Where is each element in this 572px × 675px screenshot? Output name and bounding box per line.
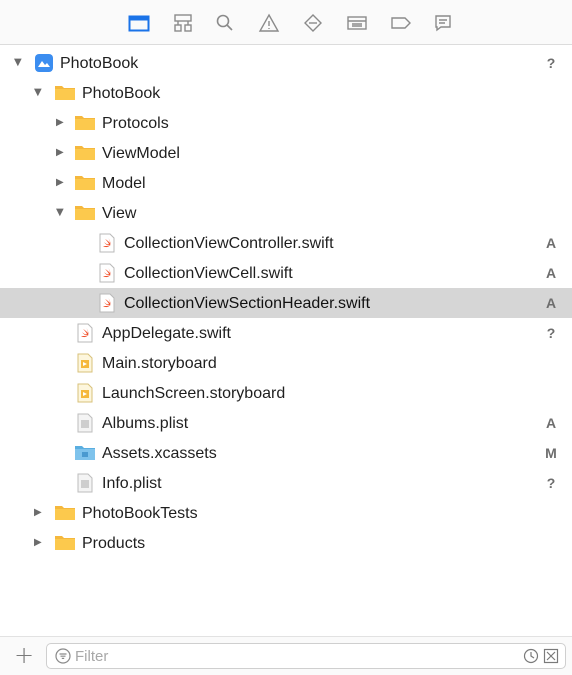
tree-row-file[interactable]: AppDelegate.swift ? bbox=[0, 318, 572, 348]
navigator-tab-bar bbox=[0, 0, 572, 45]
tree-row-label: Assets.xcassets bbox=[102, 445, 217, 462]
tree-row-label: Info.plist bbox=[102, 475, 162, 492]
project-icon bbox=[34, 53, 54, 73]
source-control-status: ? bbox=[546, 55, 556, 71]
find-navigator-search-icon[interactable] bbox=[214, 12, 236, 34]
tree-row-label: PhotoBook bbox=[60, 55, 139, 72]
tree-row-label: CollectionViewCell.swift bbox=[124, 265, 293, 282]
disclosure-closed-icon[interactable]: ▶ bbox=[56, 118, 66, 128]
tree-row-file[interactable]: Main.storyboard bbox=[0, 348, 572, 378]
tree-row-file[interactable]: Albums.plist A bbox=[0, 408, 572, 438]
tree-row-group[interactable]: ▶ Model bbox=[0, 168, 572, 198]
source-control-status: ? bbox=[546, 325, 556, 341]
tree-row-file[interactable]: Assets.xcassets M bbox=[0, 438, 572, 468]
tree-row-label: LaunchScreen.storyboard bbox=[102, 385, 286, 402]
assets-folder-icon bbox=[74, 443, 95, 463]
tree-row-file[interactable]: LaunchScreen.storyboard bbox=[0, 378, 572, 408]
source-control-filter-icon[interactable] bbox=[543, 648, 559, 664]
folder-icon bbox=[74, 173, 95, 193]
disclosure-open-icon[interactable]: ▼ bbox=[56, 208, 66, 218]
swift-file-icon bbox=[98, 233, 118, 253]
tree-row-label: AppDelegate.swift bbox=[102, 325, 231, 342]
tree-row-file[interactable]: CollectionViewCell.swift A bbox=[0, 258, 572, 288]
filter-icon bbox=[55, 648, 71, 664]
add-file-button[interactable]: + bbox=[14, 643, 34, 667]
tree-row-label: Products bbox=[82, 535, 146, 552]
folder-icon bbox=[54, 503, 75, 523]
source-control-status: M bbox=[545, 445, 557, 461]
swift-file-icon bbox=[98, 263, 118, 283]
filter-field[interactable] bbox=[46, 643, 566, 669]
folder-icon bbox=[54, 83, 75, 103]
tree-row-group[interactable]: ▶ Protocols bbox=[0, 108, 572, 138]
debug-navigator-icon[interactable] bbox=[346, 12, 368, 34]
folder-icon bbox=[74, 203, 95, 223]
tree-row-file[interactable]: Info.plist ? bbox=[0, 468, 572, 498]
source-control-status: A bbox=[545, 235, 557, 251]
tree-row-label: Model bbox=[102, 175, 146, 192]
plist-icon bbox=[76, 473, 96, 493]
disclosure-closed-icon[interactable]: ▶ bbox=[34, 508, 44, 518]
tree-row-group[interactable]: ▶ ViewModel bbox=[0, 138, 572, 168]
disclosure-closed-icon[interactable]: ▶ bbox=[34, 538, 44, 548]
tree-row-group[interactable]: ▶ Products bbox=[0, 528, 572, 558]
breakpoint-navigator-icon[interactable] bbox=[390, 12, 412, 34]
tree-row-label: PhotoBook bbox=[82, 85, 161, 102]
disclosure-open-icon[interactable]: ▼ bbox=[34, 88, 44, 98]
tree-row-label: Main.storyboard bbox=[102, 355, 217, 372]
tree-row-label: CollectionViewSectionHeader.swift bbox=[124, 295, 371, 312]
swift-file-icon bbox=[76, 323, 96, 343]
tree-row-label: PhotoBookTests bbox=[82, 505, 198, 522]
disclosure-closed-icon[interactable]: ▶ bbox=[56, 148, 66, 158]
filter-input[interactable] bbox=[75, 647, 495, 665]
tree-row-label: View bbox=[102, 205, 137, 222]
source-control-status: A bbox=[545, 265, 557, 281]
project-navigator-folder-icon[interactable] bbox=[128, 12, 150, 34]
storyboard-icon bbox=[76, 383, 96, 403]
folder-icon bbox=[74, 143, 95, 163]
tree-row-label: Albums.plist bbox=[102, 415, 189, 432]
tree-row-label: Protocols bbox=[102, 115, 169, 132]
folder-icon bbox=[74, 113, 95, 133]
swift-file-icon bbox=[98, 293, 118, 313]
disclosure-open-icon[interactable]: ▼ bbox=[14, 58, 24, 68]
tree-row-label: CollectionViewController.swift bbox=[124, 235, 334, 252]
source-control-status: A bbox=[545, 415, 557, 431]
tree-row-group[interactable]: ▼ View bbox=[0, 198, 572, 228]
source-control-status: A bbox=[545, 295, 557, 311]
tree-row-file[interactable]: CollectionViewController.swift A bbox=[0, 228, 572, 258]
recent-files-clock-icon[interactable] bbox=[523, 648, 539, 664]
storyboard-icon bbox=[76, 353, 96, 373]
issue-navigator-warning-icon[interactable] bbox=[258, 12, 280, 34]
folder-icon bbox=[54, 533, 75, 553]
symbol-navigator-hierarchy-icon[interactable] bbox=[172, 12, 194, 34]
disclosure-closed-icon[interactable]: ▶ bbox=[56, 178, 66, 188]
tree-row-label: ViewModel bbox=[102, 145, 180, 162]
source-control-status: ? bbox=[546, 475, 556, 491]
tree-row-group[interactable]: ▼ PhotoBook bbox=[0, 78, 572, 108]
tree-row-group[interactable]: ▶ PhotoBookTests bbox=[0, 498, 572, 528]
tree-row-file-selected[interactable]: CollectionViewSectionHeader.swift A bbox=[0, 288, 572, 318]
test-navigator-diamond-icon[interactable] bbox=[302, 12, 324, 34]
plist-icon bbox=[76, 413, 96, 433]
navigator-filter-bar: + bbox=[0, 636, 572, 675]
report-navigator-icon[interactable] bbox=[432, 12, 454, 34]
tree-row-project[interactable]: ▼ PhotoBook ? bbox=[0, 48, 572, 78]
